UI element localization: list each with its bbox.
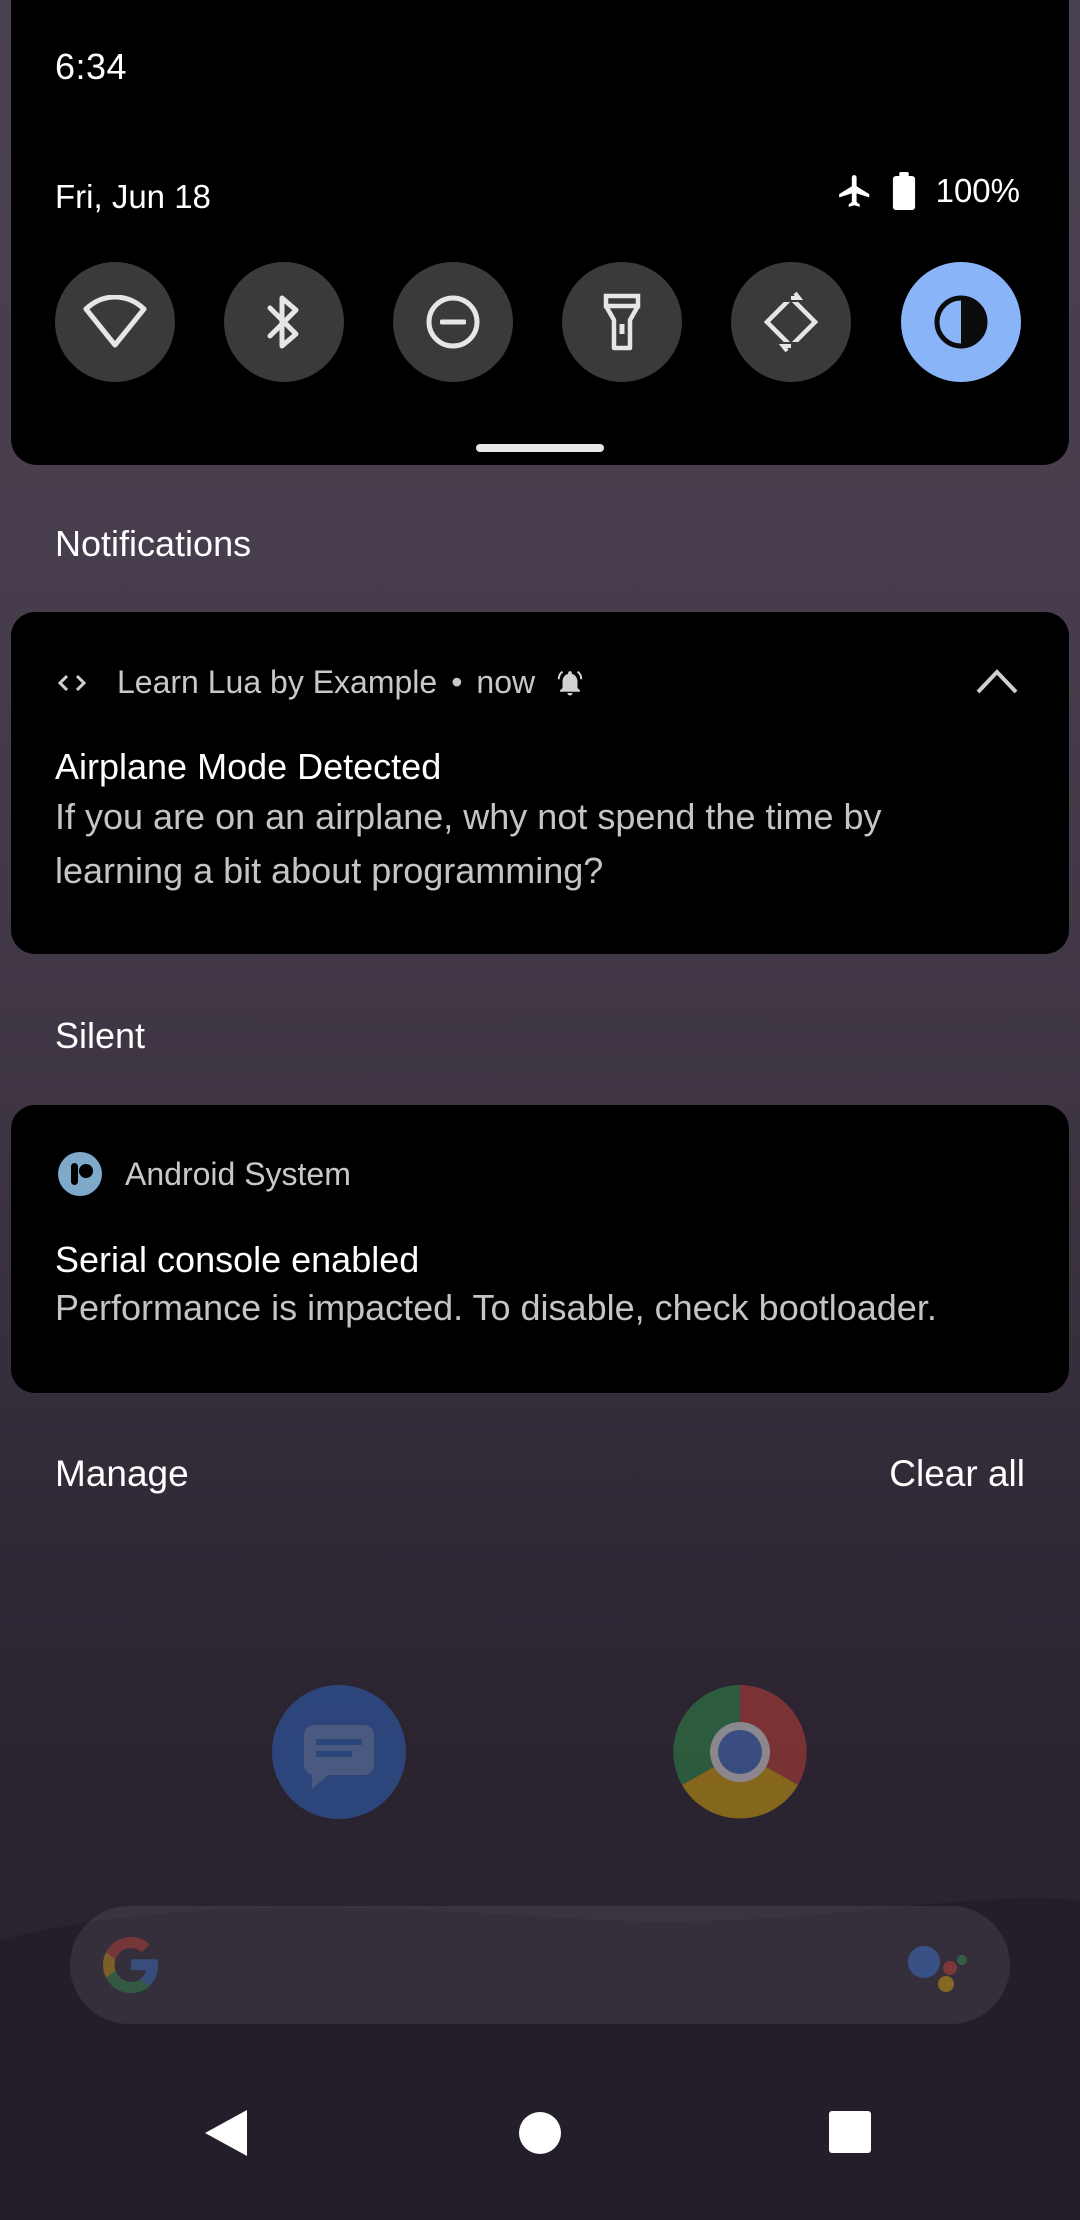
silent-notification-header: Android System xyxy=(57,1151,351,1197)
recents-icon[interactable] xyxy=(829,2111,871,2153)
tile-dark-theme[interactable] xyxy=(901,262,1021,382)
tile-auto-rotate[interactable] xyxy=(731,262,851,382)
code-icon xyxy=(57,674,87,691)
notification-title: Airplane Mode Detected xyxy=(55,746,442,787)
silent-notification-body: Performance is impacted. To disable, che… xyxy=(55,1287,937,1328)
tile-do-not-disturb[interactable] xyxy=(393,262,513,382)
airplane-mode-icon xyxy=(838,175,869,207)
rotate-icon xyxy=(763,292,819,352)
collapse-chevron-icon[interactable] xyxy=(975,666,1019,696)
google-logo-icon xyxy=(103,1937,158,1993)
home-search-bar xyxy=(70,1906,1010,2024)
notification-app-name: Learn Lua by Example xyxy=(117,664,438,700)
navigation-bar xyxy=(0,2108,1080,2198)
do-not-disturb-icon xyxy=(426,295,480,349)
silent-notification-app-name: Android System xyxy=(125,1155,351,1192)
android-system-icon xyxy=(58,1152,102,1196)
tile-flashlight[interactable] xyxy=(562,262,682,382)
manage-button[interactable]: Manage xyxy=(55,1453,189,1495)
tile-bluetooth[interactable] xyxy=(224,262,344,382)
back-icon[interactable] xyxy=(203,2108,249,2158)
tile-wifi[interactable] xyxy=(55,262,175,382)
notification-card[interactable]: Learn Lua by Example • now Airplane Mode… xyxy=(11,612,1069,954)
dark-theme-icon xyxy=(934,295,988,349)
messages-app-icon xyxy=(272,1685,406,1819)
battery-percentage: 100% xyxy=(935,172,1020,209)
quick-settings-date[interactable]: Fri, Jun 18 xyxy=(55,178,211,216)
notification-time: now xyxy=(476,664,536,700)
alerting-bell-icon xyxy=(557,670,583,695)
battery-icon xyxy=(892,172,915,210)
home-icon[interactable] xyxy=(518,2111,562,2155)
clear-all-button[interactable]: Clear all xyxy=(889,1453,1025,1495)
assistant-icon xyxy=(908,1946,967,1992)
silent-notification-card[interactable]: Android System Serial console enabled Pe… xyxy=(11,1105,1069,1393)
drag-handle[interactable] xyxy=(476,444,604,452)
notification-body: If you are on an airplane, why not spend… xyxy=(55,796,882,891)
status-icons: 100% xyxy=(836,172,1020,210)
wifi-icon xyxy=(83,295,147,348)
silent-notification-title: Serial console enabled xyxy=(55,1239,420,1280)
status-bar-time: 6:34 xyxy=(55,46,128,87)
quick-settings-panel xyxy=(11,0,1069,465)
notification-header: Learn Lua by Example • now xyxy=(57,664,585,701)
notifications-section-label: Notifications xyxy=(55,523,252,564)
quick-settings-tiles xyxy=(55,262,1021,382)
silent-section-label: Silent xyxy=(55,1015,146,1056)
flashlight-icon xyxy=(603,293,641,351)
notification-separator: • xyxy=(451,664,463,700)
bluetooth-icon xyxy=(267,295,299,349)
chrome-app-icon xyxy=(673,1685,807,1819)
